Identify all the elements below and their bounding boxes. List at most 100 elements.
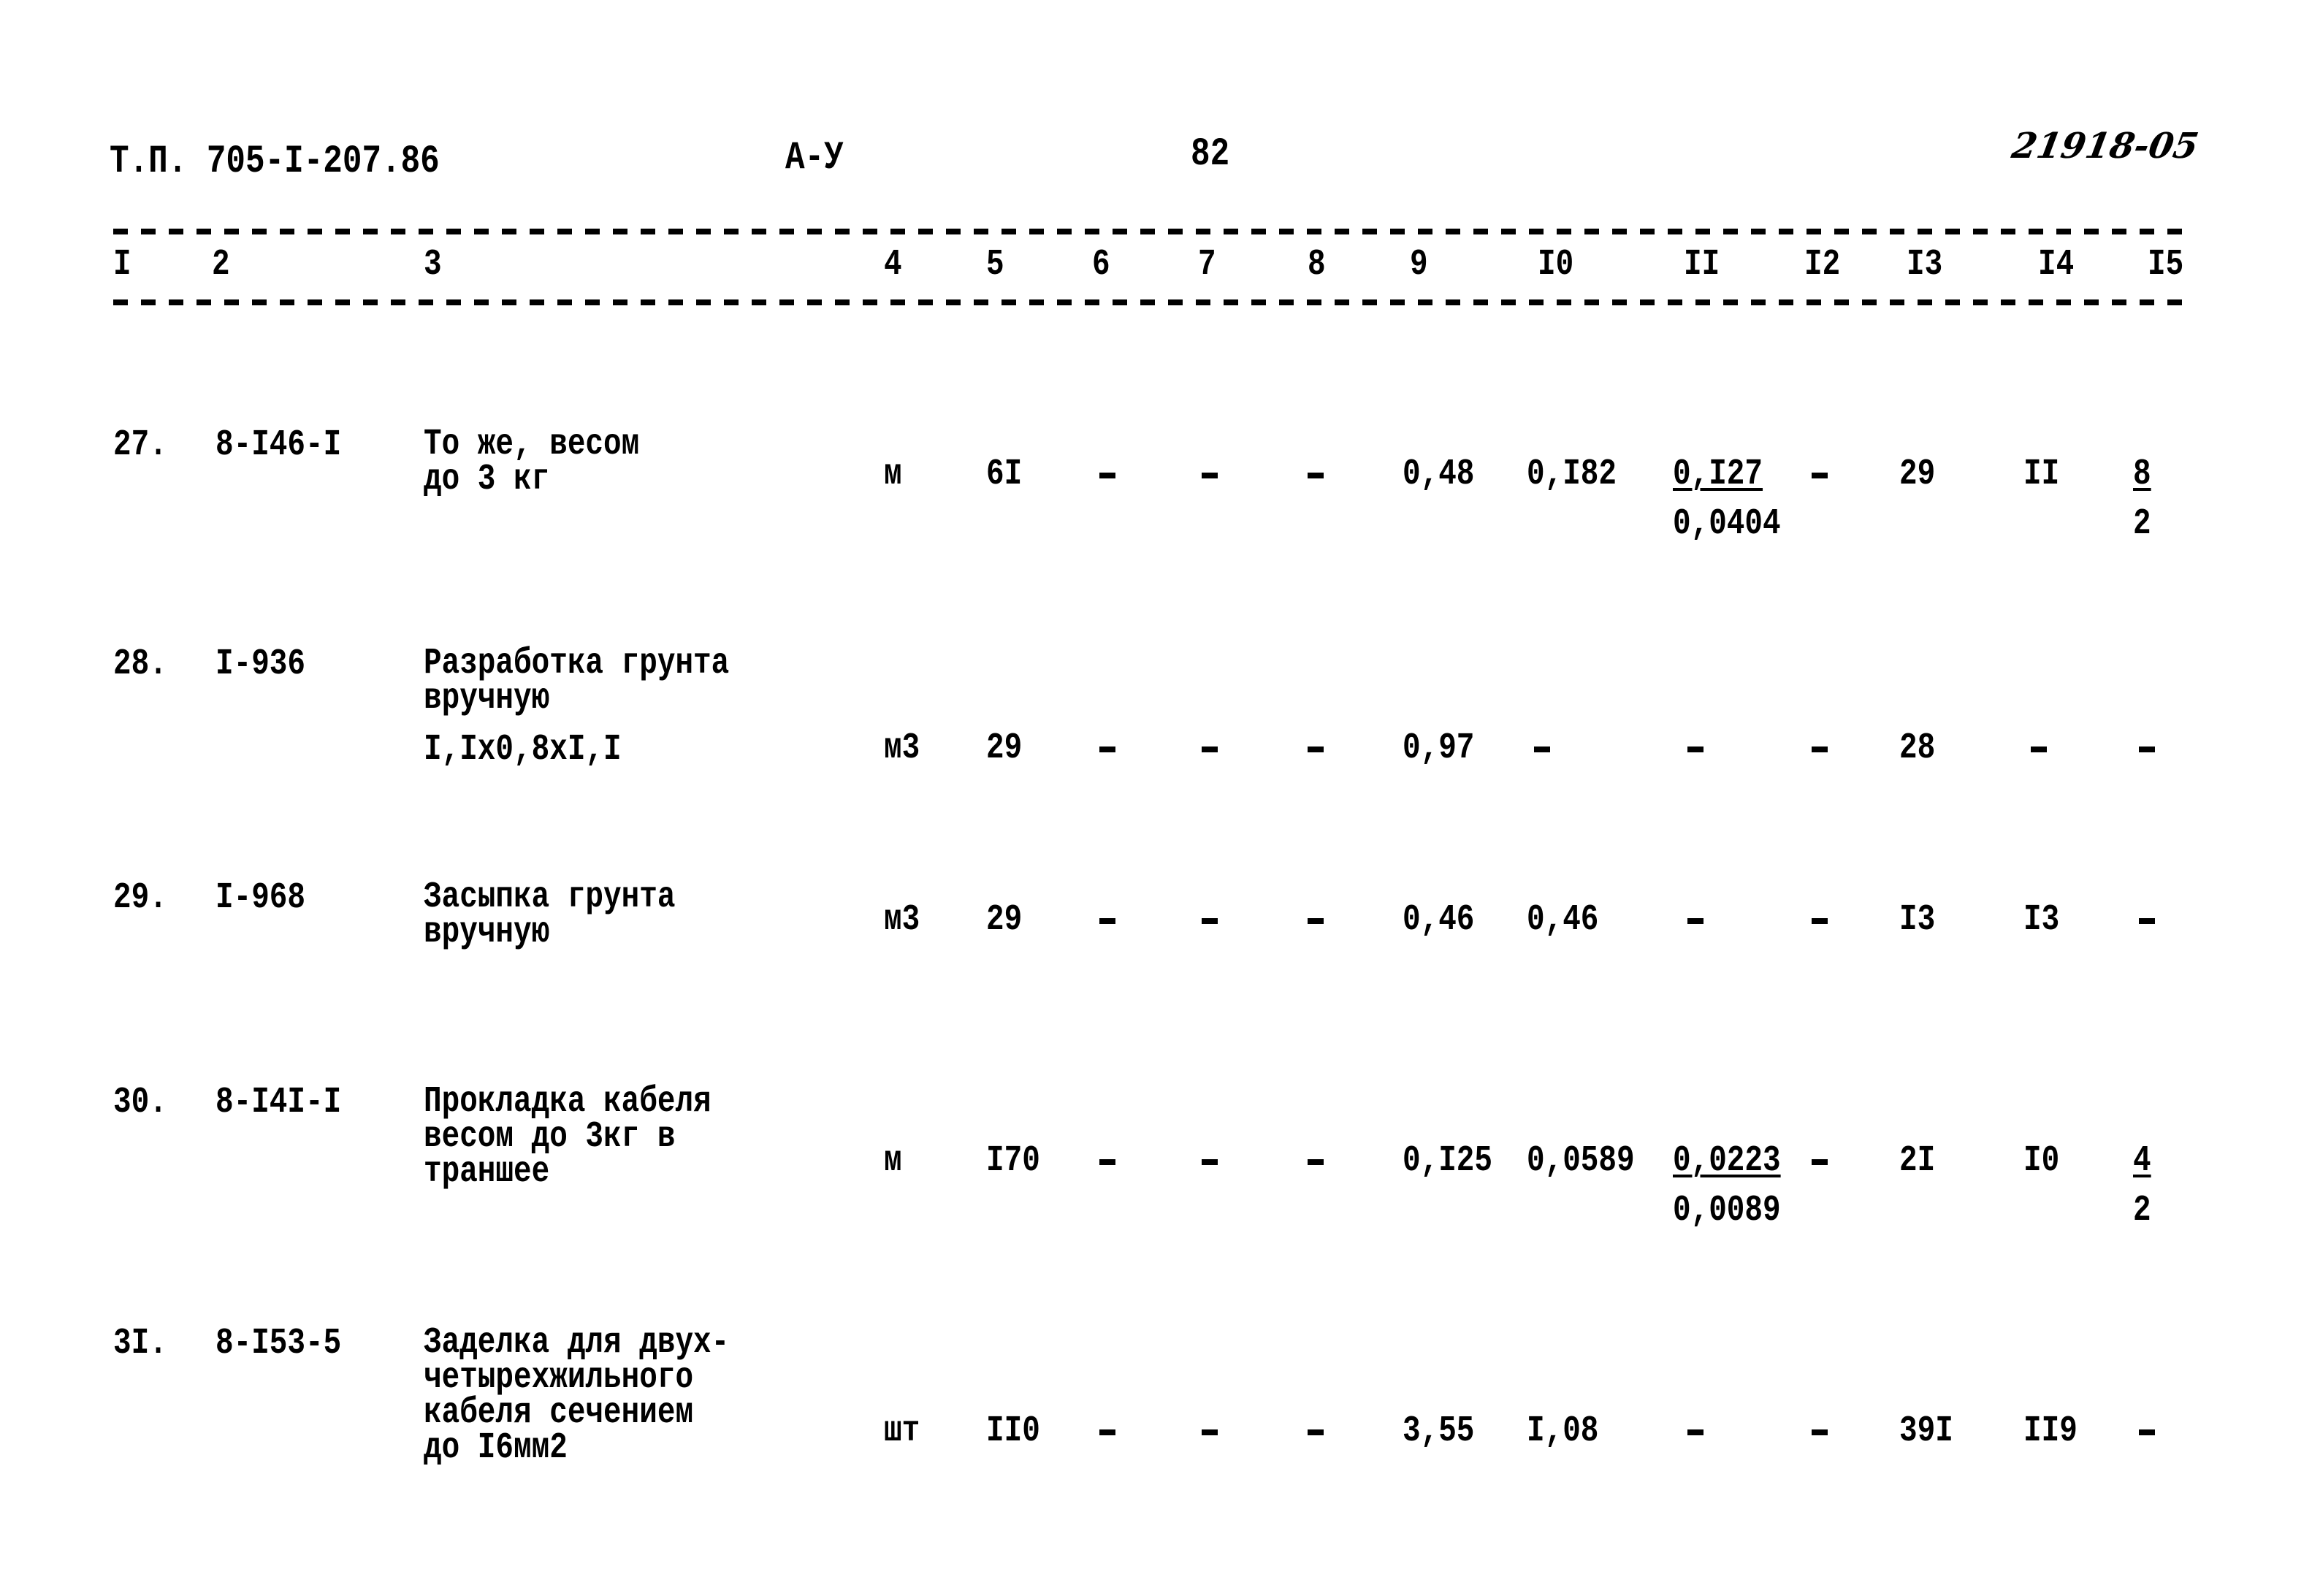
- work-description-line: I,Iх0,8хI,I: [424, 729, 622, 771]
- value-c14: II: [2023, 454, 2060, 495]
- value-c13: I3: [1899, 899, 1936, 941]
- dash-c6: [1099, 1429, 1115, 1435]
- value-c13: 39I: [1899, 1410, 1953, 1452]
- column-header-3: 3: [424, 244, 442, 286]
- dash-c14: [2031, 747, 2047, 752]
- work-description-line: траншее: [424, 1151, 550, 1193]
- row-number: 27.: [113, 424, 167, 466]
- row-number: 30.: [113, 1082, 167, 1123]
- unit: м: [884, 454, 902, 495]
- work-description-line: весом до 3кг в: [424, 1116, 676, 1158]
- dash-c6: [1099, 747, 1115, 752]
- dash-c6: [1099, 473, 1115, 478]
- dash-c7: [1202, 1159, 1218, 1165]
- dash-c7: [1202, 918, 1218, 924]
- column-header-12: I2: [1804, 244, 1841, 286]
- dash-c7: [1202, 747, 1218, 752]
- work-description-line: То же, весом: [424, 424, 640, 465]
- norm-code: I-936: [215, 644, 306, 685]
- work-description-line: Прокладка кабеля: [424, 1081, 711, 1123]
- dash-c7: [1202, 473, 1218, 478]
- handwritten-reference: 21918-05: [2009, 126, 2202, 167]
- dash-c8: [1308, 1429, 1324, 1435]
- page-number: 82: [1191, 132, 1230, 177]
- column-header-7: 7: [1198, 244, 1216, 286]
- value-c11-numerator: 0,I27: [1673, 454, 1763, 495]
- unit: м3: [884, 899, 920, 941]
- quantity: II0: [986, 1410, 1040, 1452]
- value-c13: 2I: [1899, 1140, 1936, 1182]
- header-top-rule: [113, 229, 2188, 234]
- section-code: А-У: [785, 136, 844, 180]
- dash-c12: [1812, 473, 1828, 478]
- dash-c12: [1812, 918, 1828, 924]
- column-header-14: I4: [2038, 244, 2075, 286]
- column-header-13: I3: [1907, 244, 1943, 286]
- value-c15-numerator: 8: [2133, 454, 2151, 495]
- value-c9: 3,55: [1403, 1410, 1475, 1452]
- value-c15-denominator: 2: [2133, 503, 2151, 545]
- quantity: 6I: [986, 454, 1023, 495]
- work-description-line: кабеля сечением: [424, 1392, 694, 1434]
- value-c13: 28: [1899, 728, 1936, 769]
- dash-c15: [2139, 918, 2155, 924]
- value-c14: II9: [2023, 1410, 2078, 1452]
- column-header-9: 9: [1410, 244, 1428, 286]
- row-number: 29.: [113, 877, 167, 919]
- column-header-15: I5: [2148, 244, 2184, 286]
- dash-c12: [1812, 1159, 1828, 1165]
- quantity: I70: [986, 1140, 1040, 1182]
- quantity: 29: [986, 899, 1023, 941]
- norm-code: I-968: [215, 877, 306, 919]
- value-c10: I,08: [1527, 1410, 1599, 1452]
- value-c10: 0,0589: [1527, 1140, 1635, 1182]
- column-header-4: 4: [884, 244, 902, 286]
- dash-c11: [1687, 747, 1704, 752]
- dash-c8: [1308, 473, 1324, 478]
- value-c9: 0,I25: [1403, 1140, 1493, 1182]
- unit: м: [884, 1140, 902, 1182]
- dash-c8: [1308, 747, 1324, 752]
- dash-c15: [2139, 747, 2155, 752]
- document-code: Т.П. 705-I-207.86: [110, 140, 440, 184]
- quantity: 29: [986, 728, 1023, 769]
- value-c11-denominator: 0,0404: [1673, 503, 1781, 545]
- column-header-8: 8: [1308, 244, 1326, 286]
- work-description-line: до I6мм2: [424, 1427, 568, 1469]
- dash-c11: [1687, 918, 1704, 924]
- value-c10: 0,I82: [1527, 454, 1617, 495]
- work-description-line: Разработка грунта: [424, 643, 730, 684]
- norm-code: 8-I53-5: [215, 1323, 342, 1364]
- work-description-line: четырехжильного: [424, 1357, 694, 1399]
- unit: м3: [884, 728, 920, 769]
- dash-c6: [1099, 1159, 1115, 1165]
- value-c15-denominator: 2: [2133, 1190, 2151, 1232]
- row-number: 28.: [113, 644, 167, 685]
- dash-c7: [1202, 1429, 1218, 1435]
- norm-code: 8-I46-I: [215, 424, 342, 466]
- column-header-1: I: [113, 244, 131, 286]
- norm-code: 8-I4I-I: [215, 1082, 342, 1123]
- value-c13: 29: [1899, 454, 1936, 495]
- value-c9: 0,46: [1403, 899, 1475, 941]
- dash-c12: [1812, 747, 1828, 752]
- value-c9: 0,97: [1403, 728, 1475, 769]
- dash-c6: [1099, 918, 1115, 924]
- work-description-line: вручную: [424, 912, 550, 953]
- work-description-line: Засыпка грунта: [424, 877, 676, 918]
- column-header-10: I0: [1538, 244, 1574, 286]
- unit: шт: [884, 1410, 920, 1452]
- dash-c10: [1534, 747, 1550, 752]
- column-header-2: 2: [212, 244, 230, 286]
- column-header-6: 6: [1092, 244, 1110, 286]
- dash-c11: [1687, 1429, 1704, 1435]
- column-header-5: 5: [986, 244, 1004, 286]
- work-description-line: вручную: [424, 678, 550, 719]
- value-c14: I0: [2023, 1140, 2060, 1182]
- work-description-line: до 3 кг: [424, 459, 550, 500]
- value-c11-numerator: 0,0223: [1673, 1140, 1781, 1182]
- dash-c12: [1812, 1429, 1828, 1435]
- dash-c8: [1308, 918, 1324, 924]
- header-bottom-rule: [113, 299, 2188, 305]
- work-description-line: Заделка для двух-: [424, 1322, 730, 1364]
